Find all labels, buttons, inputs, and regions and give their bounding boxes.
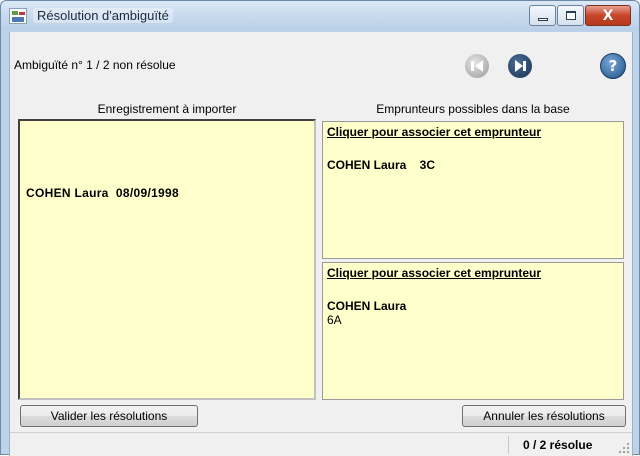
cancel-resolutions-button[interactable]: Annuler les résolutions — [462, 405, 626, 427]
minimize-button[interactable] — [529, 5, 556, 26]
help-icon: ? — [608, 57, 618, 75]
validate-resolutions-button[interactable]: Valider les résolutions — [20, 405, 198, 427]
import-record-text: COHEN Laura 08/09/1998 — [26, 186, 179, 200]
associate-borrower-link[interactable]: Cliquer pour associer cet emprunteur — [327, 125, 541, 139]
help-button[interactable]: ? — [600, 53, 626, 79]
maximize-icon — [565, 11, 576, 20]
candidate-panel: Cliquer pour associer cet emprunteur COH… — [322, 262, 624, 400]
candidate-name: COHEN Laura — [327, 299, 407, 313]
resize-grip-icon[interactable] — [619, 443, 629, 453]
previous-ambiguity-button[interactable] — [465, 54, 489, 78]
associate-borrower-link[interactable]: Cliquer pour associer cet emprunteur — [327, 266, 541, 280]
import-record-header: Enregistrement à importer — [97, 102, 237, 116]
next-ambiguity-button[interactable] — [508, 54, 532, 78]
candidate-name: COHEN Laura 3C — [327, 158, 436, 172]
minimize-icon — [537, 18, 548, 21]
skip-previous-icon — [471, 60, 483, 72]
skip-next-icon — [514, 60, 526, 72]
import-record-panel: COHEN Laura 08/09/1998 — [18, 119, 316, 400]
status-separator — [508, 436, 509, 454]
candidate-class: 6A — [327, 313, 342, 327]
title-bar[interactable]: Résolution d'ambiguïté X — [1, 1, 639, 31]
candidates-header: Emprunteurs possibles dans la base — [376, 102, 570, 116]
close-icon: X — [602, 7, 614, 24]
maximize-button[interactable] — [557, 5, 584, 26]
ambiguity-status: Ambiguïté n° 1 / 2 non résolue — [14, 58, 176, 72]
window-title: Résolution d'ambiguïté — [33, 8, 173, 23]
resolution-count: 0 / 2 résolue — [523, 438, 593, 452]
status-bar: 0 / 2 résolue — [10, 432, 632, 456]
candidate-panel: Cliquer pour associer cet emprunteur COH… — [322, 121, 624, 259]
app-icon — [9, 8, 27, 24]
close-button[interactable]: X — [585, 5, 631, 26]
dialog-content: Ambiguïté n° 1 / 2 non résolue ? Enregis… — [9, 32, 633, 456]
dialog-window: Résolution d'ambiguïté X Ambiguïté n° 1 … — [0, 0, 640, 456]
